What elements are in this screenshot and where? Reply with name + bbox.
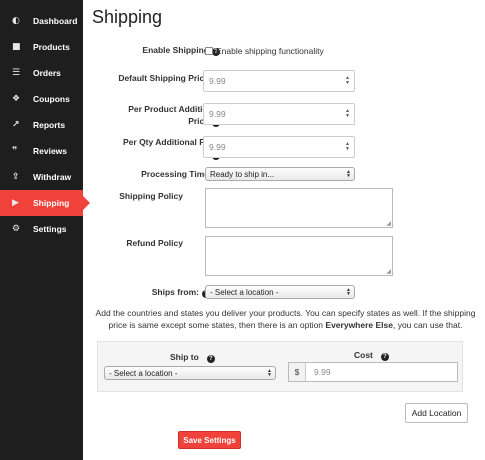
chart-icon: ↗ xyxy=(12,120,20,130)
upload-icon: ⇪ xyxy=(12,172,20,182)
truck-icon: ▶ xyxy=(12,198,19,208)
sidebar-item-label: Dashboard xyxy=(33,16,78,26)
help-icon[interactable]: ? xyxy=(380,353,389,361)
resize-grip-icon[interactable]: ◢ xyxy=(386,268,391,275)
resize-grip-icon[interactable]: ◢ xyxy=(386,220,391,227)
ships-from-select[interactable]: - Select a location - ▲ ▼ xyxy=(205,285,355,299)
stepper-icon[interactable]: ▲ ▼ xyxy=(345,76,350,86)
sidebar-item-label: Settings xyxy=(33,224,67,234)
sidebar-item-products[interactable]: ■ Products xyxy=(0,34,83,60)
stepper-icon[interactable]: ▲ ▼ xyxy=(345,109,350,119)
cart-icon: ☰ xyxy=(12,68,21,78)
dashboard-icon: ◐ xyxy=(12,16,20,26)
location-row: Ship to? Cost? - Select a location - ▲ ▼ … xyxy=(97,341,463,392)
enable-shipping-checkbox[interactable] xyxy=(205,47,213,55)
cost-header: Cost? xyxy=(354,350,389,361)
per-qty-price-input[interactable]: 9.99 ▲ ▼ xyxy=(203,136,355,158)
comments-icon: ❞ xyxy=(12,146,18,156)
sidebar-item-label: Reports xyxy=(33,120,66,130)
select-arrows-icon: ▲ ▼ xyxy=(346,287,351,297)
refund-policy-textarea[interactable]: ◢ xyxy=(205,236,393,276)
sidebar-item-orders[interactable]: ☰ Orders xyxy=(0,60,83,86)
sidebar-item-shipping[interactable]: ▶ Shipping xyxy=(0,190,90,216)
ships-from-label: Ships from:? xyxy=(110,286,210,298)
add-location-button[interactable]: Add Location xyxy=(405,403,468,423)
sidebar: ◐ Dashboard ■ Products ☰ Orders ❖ Coupon… xyxy=(0,0,90,460)
currency-addon: $ xyxy=(289,363,306,381)
sidebar-item-label: Withdraw xyxy=(33,172,72,182)
cost-input[interactable]: $ 9.99 xyxy=(288,362,458,382)
shipping-policy-label: Shipping Policy xyxy=(119,191,183,201)
sidebar-item-label: Coupons xyxy=(33,94,70,104)
select-arrows-icon: ▲ ▼ xyxy=(346,169,351,179)
save-settings-button[interactable]: Save Settings xyxy=(178,431,241,449)
per-product-price-input[interactable]: 9.99 ▲ ▼ xyxy=(203,103,355,125)
default-price-label: Default Shipping Price? xyxy=(80,72,220,84)
refund-policy-label: Refund Policy xyxy=(126,238,183,248)
select-arrows-icon: ▲ ▼ xyxy=(267,368,272,378)
enable-shipping-label: Enable Shipping? xyxy=(80,44,220,56)
sidebar-item-settings[interactable]: ⚙ Settings xyxy=(0,216,83,242)
stepper-icon[interactable]: ▲ ▼ xyxy=(345,142,350,152)
ship-to-select[interactable]: - Select a location - ▲ ▼ xyxy=(104,366,276,380)
sidebar-item-label: Products xyxy=(33,42,70,52)
help-icon[interactable]: ? xyxy=(206,355,215,363)
sidebar-item-withdraw[interactable]: ⇪ Withdraw xyxy=(0,164,83,190)
processing-time-select[interactable]: Ready to ship in... ▲ ▼ xyxy=(205,167,355,181)
sidebar-item-reports[interactable]: ↗ Reports xyxy=(0,112,83,138)
briefcase-icon: ■ xyxy=(12,42,21,52)
sidebar-item-dashboard[interactable]: ◐ Dashboard xyxy=(0,8,83,34)
gear-icon: ⚙ xyxy=(12,224,21,234)
gift-icon: ❖ xyxy=(12,94,21,104)
sidebar-item-label: Shipping xyxy=(33,198,70,208)
sidebar-item-coupons[interactable]: ❖ Coupons xyxy=(0,86,83,112)
cost-value: 9.99 xyxy=(314,367,331,377)
processing-time-label: Processing Time? xyxy=(80,168,220,180)
shipping-policy-textarea[interactable]: ◢ xyxy=(205,188,393,228)
main-content: Shipping Enable Shipping? Enable shippin… xyxy=(83,0,485,460)
enable-shipping-text: Enable shipping functionality xyxy=(216,46,324,56)
sidebar-item-label: Orders xyxy=(33,68,61,78)
shipping-description: Add the countries and states you deliver… xyxy=(95,308,476,330)
sidebar-item-label: Reviews xyxy=(33,146,68,156)
per-qty-label: Per Qty Additional Price ? xyxy=(80,136,220,160)
ship-to-header: Ship to? xyxy=(170,352,215,363)
per-product-label: Per Product Additional Price? xyxy=(128,104,220,127)
default-price-input[interactable]: 9.99 ▲ ▼ xyxy=(203,70,355,92)
page-title: Shipping xyxy=(92,7,163,27)
sidebar-item-reviews[interactable]: ❞ Reviews xyxy=(0,138,83,164)
